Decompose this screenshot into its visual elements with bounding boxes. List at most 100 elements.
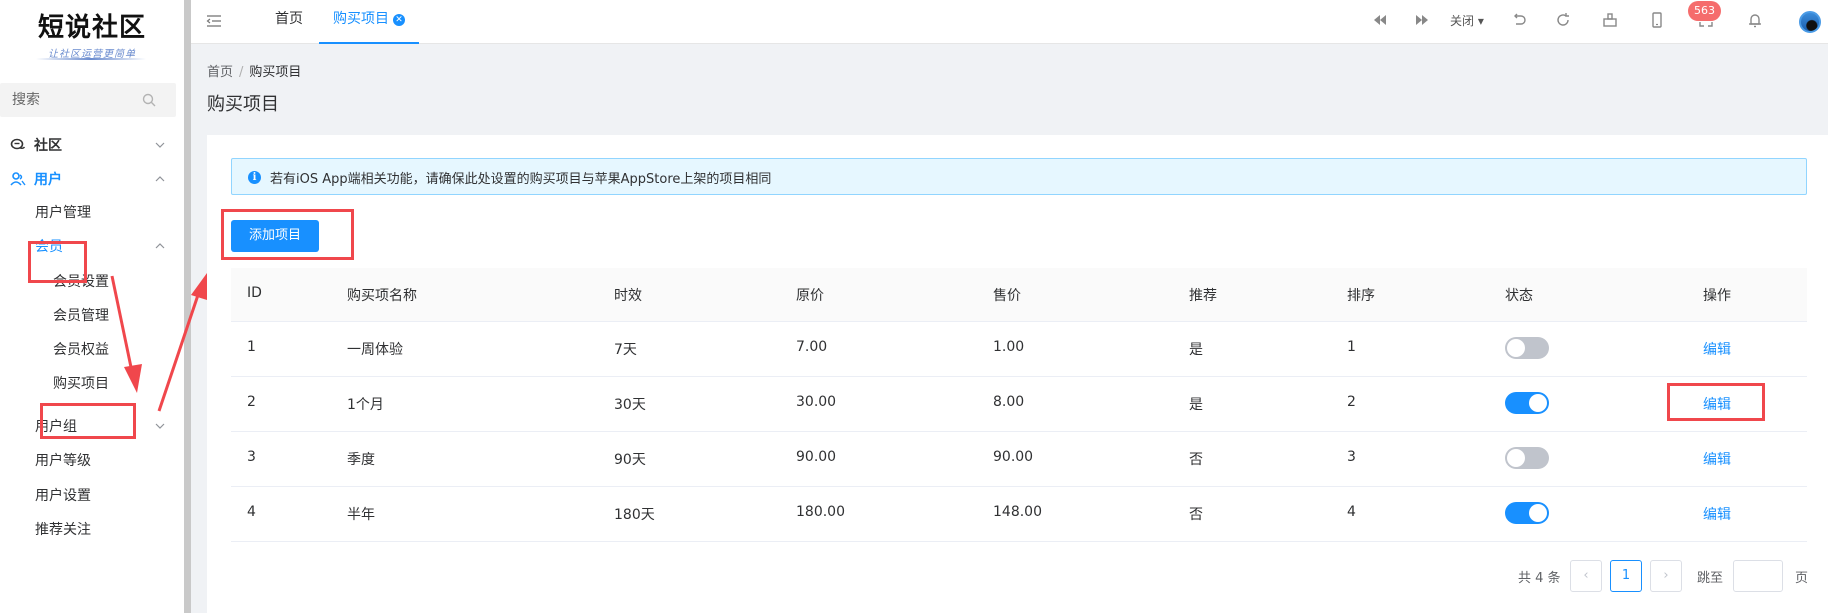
close-tabs-dropdown[interactable]: 关闭 ▾ [1450, 12, 1484, 29]
edit-link[interactable]: 编辑 [1703, 339, 1731, 359]
cell-name: 半年 [347, 507, 375, 523]
table-row: 1 一周体验 7天 7.00 1.00 是 1 编辑 [231, 322, 1807, 377]
sidebar-item-label: 用户等级 [35, 453, 91, 469]
cell-duration: 7天 [614, 342, 637, 358]
table-header: ID 购买项名称 时效 原价 售价 推荐 排序 状态 操作 [231, 268, 1807, 322]
annotation-box-edit [1667, 383, 1765, 421]
sidebar-item-label: 社区 [34, 138, 62, 154]
menu-collapse-icon[interactable] [206, 13, 222, 29]
mobile-preview-icon[interactable] [1648, 11, 1666, 29]
sidebar-item-label: 会员管理 [53, 308, 109, 324]
table-row: 4 半年 180天 180.00 148.00 否 4 编辑 [231, 487, 1807, 542]
caret-down-icon: ▾ [1477, 14, 1484, 28]
sidebar-item-purchase-items[interactable]: 购买项目 [0, 363, 184, 403]
tab-purchase-items[interactable]: 购买项目 ✕ [319, 0, 419, 44]
breadcrumb: 首页 / 购买项目 [207, 61, 301, 80]
pagination-total: 共 4 条 [1518, 571, 1561, 586]
undo-icon[interactable] [1510, 11, 1528, 29]
sidebar-item-user-levels[interactable]: 用户等级 [0, 440, 184, 480]
cell-name: 一周体验 [347, 342, 403, 358]
cell-id: 3 [247, 449, 256, 465]
chevron-left-icon: ‹ [1583, 568, 1589, 583]
cell-sort: 3 [1347, 449, 1356, 465]
sidebar-item-label: 推荐关注 [35, 522, 91, 538]
next-page-button[interactable]: › [1650, 560, 1682, 592]
column-header-name: 购买项名称 [347, 288, 417, 304]
search-icon[interactable] [141, 92, 157, 108]
topbar: 首页 购买项目 ✕ 关闭 ▾ 563 [191, 0, 1828, 44]
refresh-icon[interactable] [1554, 11, 1572, 29]
tab-home[interactable]: 首页 [263, 0, 315, 44]
cell-original-price: 180.00 [796, 504, 845, 520]
toggle-knob [1529, 504, 1547, 522]
scroll-left-icon[interactable] [1371, 11, 1389, 29]
status-toggle[interactable] [1505, 447, 1549, 469]
column-header-id: ID [247, 285, 262, 301]
toggle-knob [1507, 449, 1525, 467]
status-toggle[interactable] [1505, 392, 1549, 414]
column-header-actions: 操作 [1703, 288, 1731, 304]
users-icon [10, 172, 26, 186]
edit-link[interactable]: 编辑 [1703, 449, 1731, 469]
toggle-knob [1507, 339, 1525, 357]
cell-recommended: 否 [1189, 452, 1203, 468]
breadcrumb-current: 购买项目 [249, 65, 302, 80]
cell-name: 1个月 [347, 397, 384, 413]
status-toggle[interactable] [1505, 337, 1549, 359]
cell-id: 1 [247, 339, 256, 355]
status-toggle[interactable] [1505, 502, 1549, 524]
toggle-knob [1529, 394, 1547, 412]
sidebar-item-label: 用户管理 [35, 205, 91, 221]
cell-duration: 180天 [614, 507, 655, 523]
logo-underline [36, 58, 146, 60]
logo: 短说社区 让社区运营更简单 [0, 0, 184, 78]
prev-page-button[interactable]: ‹ [1570, 560, 1602, 592]
alert-text: 若有iOS App端相关功能，请确保此处设置的购买项目与苹果AppStore上架… [270, 172, 772, 187]
annotation-box-add-button [221, 209, 354, 260]
chevron-down-icon [155, 142, 165, 148]
cell-price: 1.00 [993, 339, 1025, 355]
sidebar: 短说社区 让社区运营更简单 社区 用户 用户管理 会员 会员设置 会员管理 会员… [0, 0, 184, 613]
notification-bell-icon[interactable] [1746, 11, 1764, 29]
logo-title: 短说社区 [37, 13, 146, 43]
sidebar-item-recommended-follows[interactable]: 推荐关注 [0, 509, 184, 549]
breadcrumb-home[interactable]: 首页 [207, 65, 233, 80]
annotation-box-membership [28, 241, 87, 283]
info-alert: i 若有iOS App端相关功能，请确保此处设置的购买项目与苹果AppStore… [231, 158, 1807, 195]
scroll-right-icon[interactable] [1413, 11, 1431, 29]
close-icon[interactable]: ✕ [393, 14, 405, 26]
info-icon: i [248, 171, 261, 184]
cell-price: 148.00 [993, 504, 1042, 520]
cell-duration: 30天 [614, 397, 646, 413]
chat-bubbles-icon [10, 138, 26, 150]
cell-original-price: 90.00 [796, 449, 837, 465]
clear-cache-icon[interactable] [1601, 11, 1619, 29]
search-box [0, 83, 176, 117]
cell-original-price: 7.00 [796, 339, 828, 355]
avatar[interactable] [1799, 11, 1821, 33]
cell-recommended: 否 [1189, 507, 1203, 523]
annotation-box-purchase-items [40, 403, 136, 439]
sidebar-item-label: 购买项目 [53, 376, 109, 392]
chevron-down-icon [155, 423, 165, 429]
sidebar-item-label: 会员权益 [53, 342, 109, 358]
sidebar-item-label: 用户设置 [35, 488, 91, 504]
column-header-recommended: 推荐 [1189, 288, 1217, 304]
page-number-button[interactable]: 1 [1610, 560, 1642, 592]
cell-name: 季度 [347, 452, 375, 468]
cell-sort: 1 [1347, 339, 1356, 355]
page-title: 购买项目 [207, 94, 279, 115]
column-header-sort: 排序 [1347, 288, 1375, 304]
page-jump-input[interactable] [1733, 560, 1783, 592]
close-tabs-label: 关闭 [1450, 14, 1475, 28]
search-input[interactable] [0, 83, 140, 117]
cell-duration: 90天 [614, 452, 646, 468]
sidebar-item-label: 用户 [34, 172, 62, 188]
cell-recommended: 是 [1189, 342, 1203, 358]
tab-label: 首页 [275, 11, 303, 27]
jump-label: 跳至 [1697, 571, 1724, 586]
cell-sort: 4 [1347, 504, 1356, 520]
edit-link[interactable]: 编辑 [1703, 504, 1731, 524]
annotation-arrow-head [191, 273, 207, 300]
cell-original-price: 30.00 [796, 394, 837, 410]
